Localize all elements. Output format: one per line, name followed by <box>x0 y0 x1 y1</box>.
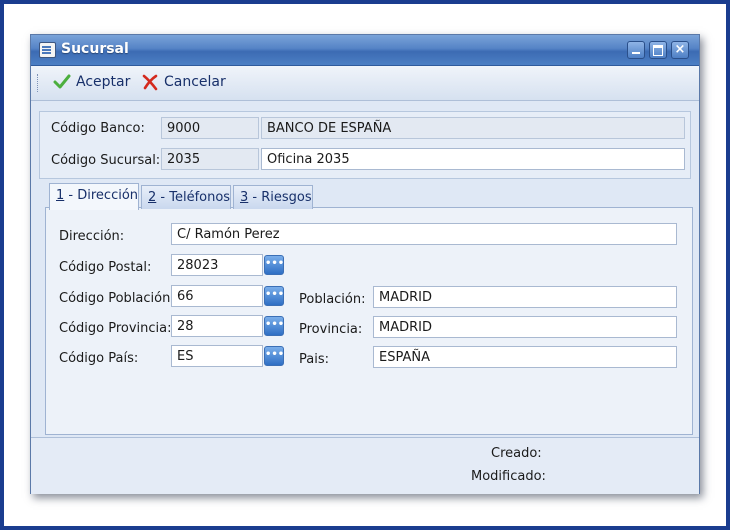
sucursal-window: Sucursal × Aceptar Cancelar Código Banco… <box>30 34 700 494</box>
direccion-field[interactable]: C/ Ramón Perez <box>171 223 677 245</box>
window-title: Sucursal <box>61 41 129 57</box>
direccion-label: Dirección: <box>59 229 125 244</box>
cancel-button[interactable]: Cancelar <box>141 72 226 92</box>
tab-direccion-label: - Dirección <box>64 188 139 203</box>
codigo-provincia-label: Código Provincia: <box>59 321 172 336</box>
tab-direccion[interactable]: 1 - Dirección <box>49 183 139 210</box>
audit-footer: Creado: Modificado: <box>31 437 699 494</box>
sucursal-name-field[interactable]: Oficina 2035 <box>261 148 685 170</box>
accept-button[interactable]: Aceptar <box>53 72 130 92</box>
poblacion-label: Población: <box>299 292 366 307</box>
close-button[interactable]: × <box>671 41 689 59</box>
codigo-poblacion-label: Código Población: <box>59 291 175 306</box>
tab-telefonos[interactable]: 2 - Teléfonos <box>141 185 231 209</box>
codigo-provincia-field[interactable]: 28 <box>171 315 263 337</box>
codigo-postal-label: Código Postal: <box>59 260 152 275</box>
close-icon: × <box>674 42 686 57</box>
toolbar-grip[interactable] <box>37 74 41 92</box>
codigo-sucursal-label: Código Sucursal: <box>51 153 161 168</box>
cancel-label: Cancelar <box>164 74 226 90</box>
codigo-banco-field[interactable]: 9000 <box>161 117 259 139</box>
codigo-poblacion-field[interactable]: 66 <box>171 285 263 307</box>
toolbar: Aceptar Cancelar <box>31 66 699 101</box>
codigo-banco-label: Código Banco: <box>51 121 145 136</box>
poblacion-field[interactable]: MADRID <box>373 286 677 308</box>
pais-field[interactable]: ESPAÑA <box>373 346 677 368</box>
codigo-postal-field[interactable]: 28023 <box>171 254 263 276</box>
provincia-label: Provincia: <box>299 322 363 337</box>
ellipsis-icon: ••• <box>265 258 285 269</box>
banco-name-field[interactable]: BANCO DE ESPAÑA <box>261 117 685 139</box>
codigo-sucursal-field[interactable]: 2035 <box>161 148 259 170</box>
codigo-postal-lookup-button[interactable]: ••• <box>264 255 284 275</box>
codigo-pais-lookup-button[interactable]: ••• <box>264 346 284 366</box>
tab-telefonos-label: - Teléfonos <box>156 190 231 205</box>
provincia-field[interactable]: MADRID <box>373 316 677 338</box>
codigo-poblacion-lookup-button[interactable]: ••• <box>264 286 284 306</box>
tab-riesgos-label: - Riesgos <box>248 190 312 205</box>
ellipsis-icon: ••• <box>265 349 285 360</box>
window-app-icon <box>39 42 56 58</box>
minimize-button[interactable] <box>627 41 645 59</box>
modificado-label: Modificado: <box>471 469 546 484</box>
maximize-button[interactable] <box>649 41 667 59</box>
codigo-pais-field[interactable]: ES <box>171 345 263 367</box>
accept-label: Aceptar <box>76 74 131 90</box>
tab-riesgos[interactable]: 3 - Riesgos <box>233 185 313 209</box>
codigo-pais-label: Código País: <box>59 351 139 366</box>
cancel-x-icon <box>142 74 158 91</box>
creado-label: Creado: <box>491 446 542 461</box>
ellipsis-icon: ••• <box>265 289 285 300</box>
title-bar[interactable]: Sucursal × <box>31 35 699 66</box>
ellipsis-icon: ••• <box>265 319 285 330</box>
pais-label: Pais: <box>299 352 329 367</box>
codigo-provincia-lookup-button[interactable]: ••• <box>264 316 284 336</box>
check-icon <box>53 74 71 89</box>
